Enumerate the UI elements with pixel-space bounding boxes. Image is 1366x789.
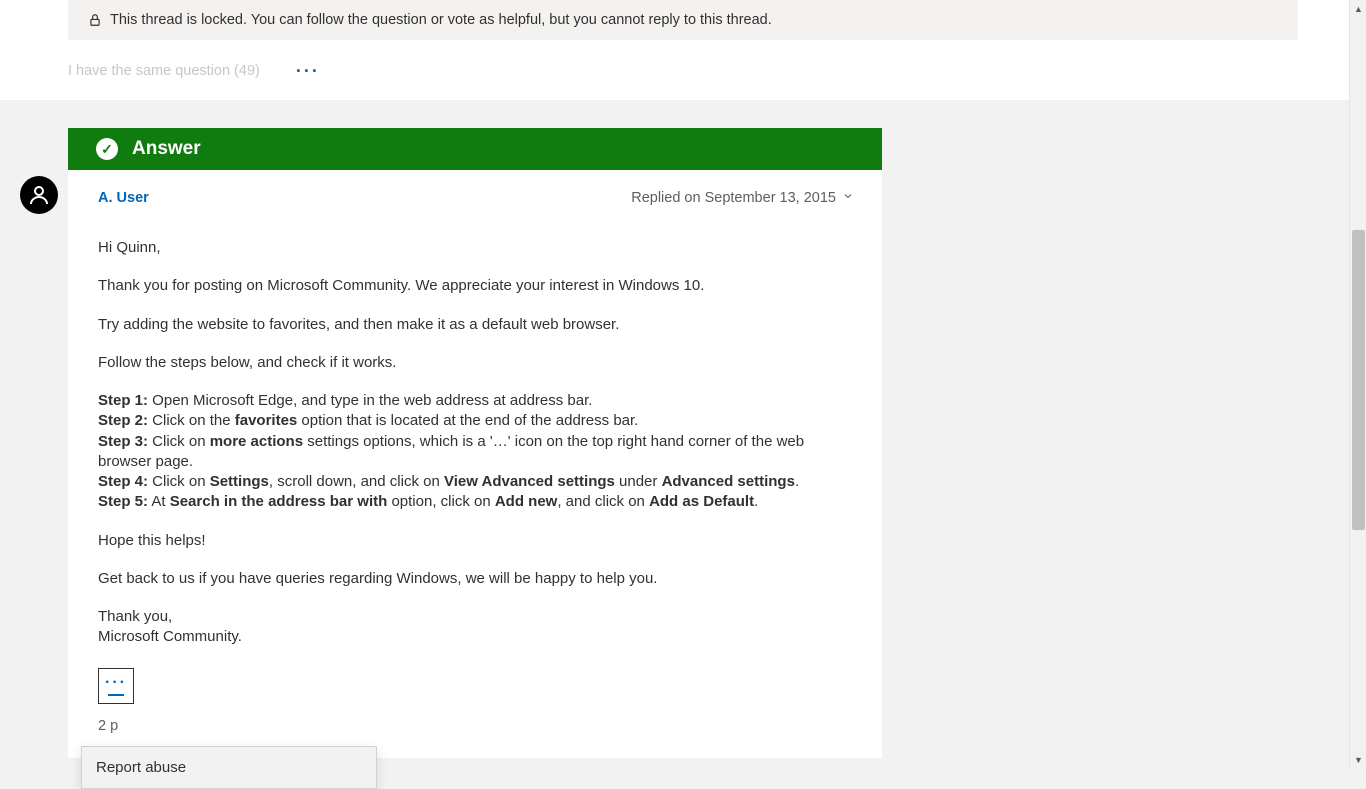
replied-date[interactable]: Replied on September 13, 2015 bbox=[631, 190, 854, 206]
locked-thread-text: This thread is locked. You can follow th… bbox=[110, 12, 772, 28]
post-meta: A. User Replied on September 13, 2015 bbox=[98, 190, 854, 206]
post-step-5: Step 5: At Search in the address bar wit… bbox=[98, 492, 854, 512]
post-step-4: Step 4: Click on Settings, scroll down, … bbox=[98, 472, 854, 492]
same-question-link: I have the same question (49) bbox=[68, 63, 260, 79]
scroll-up-icon[interactable]: ▲ bbox=[1350, 0, 1366, 17]
post-step-1: Step 1: Open Microsoft Edge, and type in… bbox=[98, 391, 854, 411]
answer-body: A. User Replied on September 13, 2015 Hi… bbox=[68, 170, 882, 758]
post-advice: Try adding the website to favorites, and… bbox=[98, 315, 854, 335]
chevron-down-icon bbox=[842, 190, 854, 206]
scroll-down-icon[interactable]: ▼ bbox=[1350, 751, 1366, 768]
author-link[interactable]: A. User bbox=[98, 190, 149, 206]
post-content: Hi Quinn, Thank you for posting on Micro… bbox=[98, 238, 854, 648]
post-step-2: Step 2: Click on the favorites option th… bbox=[98, 411, 854, 431]
question-section: This thread is locked. You can follow th… bbox=[0, 0, 1366, 100]
helpful-count: 2 p bbox=[98, 718, 854, 734]
lock-icon bbox=[88, 13, 102, 27]
answer-banner: ✓ Answer bbox=[68, 128, 882, 170]
answer-banner-label: Answer bbox=[132, 138, 201, 160]
post-step-3: Step 3: Click on more actions settings o… bbox=[98, 432, 854, 473]
post-signoff-2: Microsoft Community. bbox=[98, 627, 854, 647]
checkmark-icon: ✓ bbox=[96, 138, 118, 160]
post-follow: Follow the steps below, and check if it … bbox=[98, 353, 854, 373]
same-question-row: I have the same question (49) ··· bbox=[68, 62, 1298, 80]
ellipsis-icon: ··· bbox=[105, 675, 127, 691]
post-actions-button[interactable]: ··· bbox=[98, 668, 134, 704]
answer-card: ✓ Answer A. User Replied on September 13… bbox=[68, 128, 882, 758]
post-getback: Get back to us if you have queries regar… bbox=[98, 569, 854, 589]
scrollbar[interactable]: ▲ ▼ bbox=[1349, 0, 1366, 768]
post-hope: Hope this helps! bbox=[98, 531, 854, 551]
post-greeting: Hi Quinn, bbox=[98, 238, 854, 258]
scrollbar-thumb[interactable] bbox=[1352, 230, 1365, 530]
avatar[interactable] bbox=[20, 176, 58, 214]
locked-thread-banner: This thread is locked. You can follow th… bbox=[68, 0, 1298, 40]
post-signoff-1: Thank you, bbox=[98, 607, 854, 627]
more-actions-icon[interactable]: ··· bbox=[296, 62, 320, 80]
post-thanks: Thank you for posting on Microsoft Commu… bbox=[98, 276, 854, 296]
